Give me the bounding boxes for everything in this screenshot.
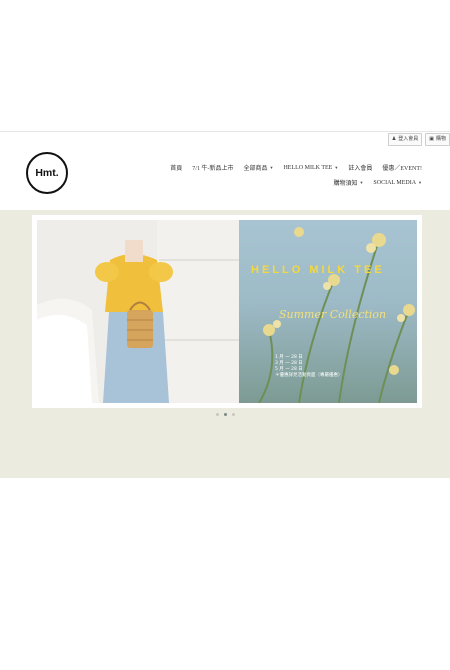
nav-item-event[interactable]: 優惠／EVENT! [382, 163, 422, 172]
carousel-dot[interactable] [216, 413, 219, 416]
nav-label: 購物須知 [333, 181, 358, 187]
nav-label: 首頁 [170, 166, 183, 172]
carousel-dots [216, 413, 235, 416]
logo-text: Hmt. [35, 167, 59, 179]
nav-label: 7/1 牛-新品上市 [192, 166, 234, 172]
login-button[interactable]: ♟ 登入會員 [387, 133, 423, 146]
model-photo [37, 220, 239, 403]
top-actions: ♟ 登入會員 ▣ 購物 [387, 133, 450, 146]
chevron-down-icon: ▼ [269, 165, 274, 170]
model-illustration [37, 220, 239, 403]
header-divider [0, 131, 450, 132]
nav-item-all-products[interactable]: 全部商品 ▼ [243, 163, 273, 172]
user-icon: ♟ [391, 136, 397, 142]
nav-item-new-arrivals[interactable]: 7/1 牛-新品上市 [192, 163, 233, 172]
hero-banner[interactable]: HELLO MILK TEE Summer Collection 1 月 一 2… [32, 215, 422, 408]
nav-label: 優惠／EVENT! [382, 166, 422, 172]
summer-collection-panel: HELLO MILK TEE Summer Collection 1 月 一 2… [239, 220, 417, 403]
cart-label: 購物 [435, 136, 446, 142]
nav-item-join-member[interactable]: 註入會員 [348, 163, 372, 172]
nav-row-2: 購物須知 ▼ SOCIAL MEDIA ▼ [152, 178, 422, 188]
banner-headline: HELLO MILK TEE [251, 264, 385, 276]
cart-button[interactable]: ▣ 購物 [425, 133, 450, 146]
site-logo[interactable]: Hmt. [26, 152, 68, 194]
nav-label: SOCIAL MEDIA [373, 179, 417, 186]
nav-item-shopping-info[interactable]: 購物須知 ▼ [333, 178, 363, 187]
carousel-dot[interactable] [232, 413, 235, 416]
chevron-down-icon: ▼ [418, 180, 422, 185]
chevron-down-icon: ▼ [334, 165, 339, 170]
banner-image: HELLO MILK TEE Summer Collection 1 月 一 2… [37, 220, 417, 403]
nav-label: 全部商品 [243, 166, 268, 172]
nav-item-hello-milk-tee[interactable]: HELLO MILK TEE ▼ [283, 163, 338, 172]
main-nav: 首頁 7/1 牛-新品上市 全部商品 ▼ HELLO MILK TEE ▼ 註入會員… [152, 163, 422, 193]
banner-info-line: ＊優惠詳見活動頁面（專屬優惠） [275, 373, 343, 378]
login-label: 登入會員 [398, 136, 419, 142]
banner-info: 1 月 一 28 日 3 月 一 28 日 5 月 一 28 日 ＊優惠詳見活動… [275, 355, 343, 379]
banner-subtitle: Summer Collection [279, 308, 387, 321]
nav-item-social-media[interactable]: SOCIAL MEDIA ▼ [373, 178, 422, 187]
nav-label: HELLO MILK TEE [283, 164, 333, 171]
nav-label: 註入會員 [348, 166, 373, 172]
nav-row-1: 首頁 7/1 牛-新品上市 全部商品 ▼ HELLO MILK TEE ▼ 註入會員… [152, 163, 422, 173]
chevron-down-icon: ▼ [359, 180, 364, 185]
carousel-dot-active[interactable] [224, 413, 227, 416]
cart-icon: ▣ [429, 136, 434, 142]
nav-item-home[interactable]: 首頁 [170, 163, 182, 172]
